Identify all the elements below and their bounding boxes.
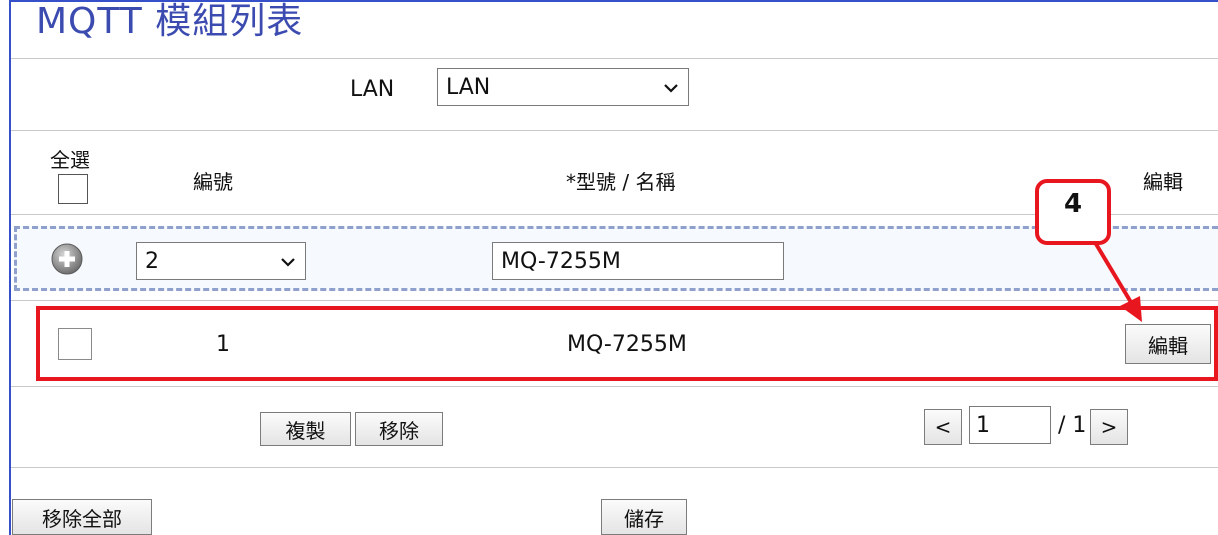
page-total: / 1	[1058, 413, 1087, 438]
lan-label: LAN	[350, 77, 395, 102]
select-all-checkbox[interactable]	[58, 174, 88, 204]
header-number: 編號	[193, 170, 233, 194]
row-model-name: MQ-7255M	[567, 332, 687, 357]
remove-all-button[interactable]: 移除全部	[12, 499, 152, 535]
page-title: MQTT 模組列表	[36, 1, 304, 42]
remove-button[interactable]: 移除	[355, 412, 443, 446]
divider	[11, 467, 1218, 468]
plus-icon	[51, 243, 83, 275]
copy-button[interactable]: 複製	[260, 412, 351, 446]
model-name-input[interactable]: MQ-7255M	[492, 242, 784, 280]
header-model-name: *型號 / 名稱	[566, 170, 676, 194]
add-row-button[interactable]	[50, 242, 84, 276]
divider	[11, 58, 1218, 59]
number-select[interactable]: 2	[136, 242, 306, 280]
chevron-down-icon	[664, 81, 678, 95]
step-number: 4	[1063, 189, 1083, 219]
page-number-input[interactable]: 1	[969, 406, 1051, 444]
next-page-button[interactable]: >	[1090, 409, 1128, 445]
row-number: 1	[216, 332, 230, 357]
page-number-value: 1	[976, 413, 990, 438]
prev-page-button[interactable]: <	[924, 409, 962, 445]
divider	[11, 386, 1218, 387]
model-name-input-value: MQ-7255M	[501, 249, 621, 274]
edit-button[interactable]: 編輯	[1125, 324, 1211, 364]
divider	[11, 130, 1218, 131]
row-checkbox[interactable]	[58, 328, 92, 360]
left-border	[9, 0, 11, 535]
divider	[11, 300, 1218, 301]
step-callout: 4	[1035, 179, 1111, 245]
number-select-value: 2	[145, 249, 159, 274]
select-all-label: 全選	[50, 148, 90, 172]
header-edit: 編輯	[1143, 170, 1183, 194]
arrow-icon	[1094, 242, 1142, 322]
lan-select[interactable]: LAN	[437, 68, 689, 106]
chevron-down-icon	[281, 255, 295, 269]
lan-select-value: LAN	[446, 75, 491, 100]
save-button[interactable]: 儲存	[601, 499, 687, 535]
